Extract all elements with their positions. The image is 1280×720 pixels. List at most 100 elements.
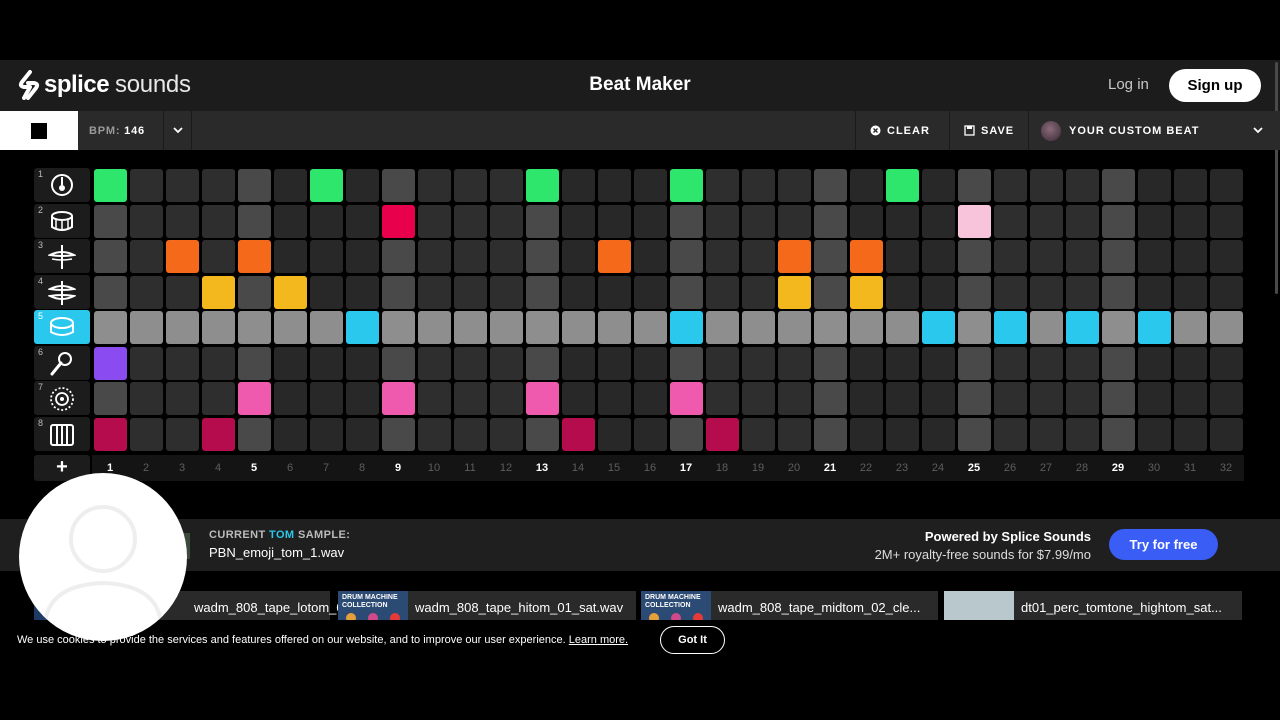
step-cell-r4-s30[interactable] bbox=[1138, 276, 1171, 309]
step-cell-r1-s12[interactable] bbox=[490, 169, 523, 202]
step-cell-r3-s19[interactable] bbox=[742, 240, 775, 273]
step-cell-r2-s7[interactable] bbox=[310, 205, 343, 238]
step-cell-r7-s19[interactable] bbox=[742, 382, 775, 415]
step-cell-r8-s27[interactable] bbox=[1030, 418, 1063, 451]
step-cell-r2-s9[interactable] bbox=[382, 205, 415, 238]
step-cell-r7-s29[interactable] bbox=[1102, 382, 1135, 415]
step-cell-r5-s31[interactable] bbox=[1174, 311, 1207, 344]
step-cell-r8-s6[interactable] bbox=[274, 418, 307, 451]
step-cell-r3-s32[interactable] bbox=[1210, 240, 1243, 273]
step-cell-r6-s6[interactable] bbox=[274, 347, 307, 380]
step-cell-r6-s11[interactable] bbox=[454, 347, 487, 380]
step-cell-r7-s20[interactable] bbox=[778, 382, 811, 415]
step-cell-r5-s28[interactable] bbox=[1066, 311, 1099, 344]
step-cell-r7-s10[interactable] bbox=[418, 382, 451, 415]
step-cell-r5-s4[interactable] bbox=[202, 311, 235, 344]
try-for-free-button[interactable]: Try for free bbox=[1109, 529, 1218, 560]
step-cell-r8-s1[interactable] bbox=[94, 418, 127, 451]
step-cell-r6-s20[interactable] bbox=[778, 347, 811, 380]
step-cell-r8-s21[interactable] bbox=[814, 418, 847, 451]
step-cell-r2-s24[interactable] bbox=[922, 205, 955, 238]
step-cell-r2-s31[interactable] bbox=[1174, 205, 1207, 238]
step-cell-r8-s28[interactable] bbox=[1066, 418, 1099, 451]
step-cell-r2-s17[interactable] bbox=[670, 205, 703, 238]
step-cell-r5-s15[interactable] bbox=[598, 311, 631, 344]
step-cell-r7-s31[interactable] bbox=[1174, 382, 1207, 415]
step-cell-r2-s29[interactable] bbox=[1102, 205, 1135, 238]
step-cell-r7-s3[interactable] bbox=[166, 382, 199, 415]
step-cell-r5-s12[interactable] bbox=[490, 311, 523, 344]
step-cell-r1-s17[interactable] bbox=[670, 169, 703, 202]
step-cell-r3-s11[interactable] bbox=[454, 240, 487, 273]
step-cell-r4-s12[interactable] bbox=[490, 276, 523, 309]
step-cell-r6-s8[interactable] bbox=[346, 347, 379, 380]
step-cell-r5-s22[interactable] bbox=[850, 311, 883, 344]
step-cell-r6-s14[interactable] bbox=[562, 347, 595, 380]
step-cell-r6-s29[interactable] bbox=[1102, 347, 1135, 380]
step-cell-r1-s8[interactable] bbox=[346, 169, 379, 202]
step-cell-r6-s13[interactable] bbox=[526, 347, 559, 380]
step-cell-r3-s7[interactable] bbox=[310, 240, 343, 273]
step-cell-r8-s26[interactable] bbox=[994, 418, 1027, 451]
step-cell-r5-s17[interactable] bbox=[670, 311, 703, 344]
step-cell-r1-s11[interactable] bbox=[454, 169, 487, 202]
step-cell-r2-s19[interactable] bbox=[742, 205, 775, 238]
step-cell-r1-s2[interactable] bbox=[130, 169, 163, 202]
step-cell-r3-s1[interactable] bbox=[94, 240, 127, 273]
step-cell-r2-s10[interactable] bbox=[418, 205, 451, 238]
step-cell-r7-s23[interactable] bbox=[886, 382, 919, 415]
step-cell-r6-s27[interactable] bbox=[1030, 347, 1063, 380]
step-cell-r8-s3[interactable] bbox=[166, 418, 199, 451]
step-cell-r6-s19[interactable] bbox=[742, 347, 775, 380]
step-cell-r4-s25[interactable] bbox=[958, 276, 991, 309]
step-cell-r8-s22[interactable] bbox=[850, 418, 883, 451]
step-cell-r5-s23[interactable] bbox=[886, 311, 919, 344]
step-cell-r4-s27[interactable] bbox=[1030, 276, 1063, 309]
step-cell-r1-s28[interactable] bbox=[1066, 169, 1099, 202]
step-cell-r7-s8[interactable] bbox=[346, 382, 379, 415]
step-cell-r3-s15[interactable] bbox=[598, 240, 631, 273]
step-cell-r2-s16[interactable] bbox=[634, 205, 667, 238]
step-cell-r7-s2[interactable] bbox=[130, 382, 163, 415]
step-cell-r2-s27[interactable] bbox=[1030, 205, 1063, 238]
step-cell-r2-s1[interactable] bbox=[94, 205, 127, 238]
step-cell-r8-s20[interactable] bbox=[778, 418, 811, 451]
step-cell-r1-s20[interactable] bbox=[778, 169, 811, 202]
step-cell-r5-s21[interactable] bbox=[814, 311, 847, 344]
step-cell-r3-s31[interactable] bbox=[1174, 240, 1207, 273]
step-cell-r3-s30[interactable] bbox=[1138, 240, 1171, 273]
step-cell-r4-s31[interactable] bbox=[1174, 276, 1207, 309]
step-cell-r6-s2[interactable] bbox=[130, 347, 163, 380]
step-cell-r4-s26[interactable] bbox=[994, 276, 1027, 309]
step-cell-r8-s14[interactable] bbox=[562, 418, 595, 451]
step-cell-r3-s16[interactable] bbox=[634, 240, 667, 273]
step-cell-r4-s28[interactable] bbox=[1066, 276, 1099, 309]
step-cell-r3-s3[interactable] bbox=[166, 240, 199, 273]
step-cell-r6-s9[interactable] bbox=[382, 347, 415, 380]
step-cell-r1-s7[interactable] bbox=[310, 169, 343, 202]
step-cell-r8-s29[interactable] bbox=[1102, 418, 1135, 451]
step-cell-r7-s11[interactable] bbox=[454, 382, 487, 415]
step-cell-r2-s4[interactable] bbox=[202, 205, 235, 238]
signup-button[interactable]: Sign up bbox=[1169, 69, 1261, 102]
step-cell-r3-s20[interactable] bbox=[778, 240, 811, 273]
step-cell-r6-s15[interactable] bbox=[598, 347, 631, 380]
login-link[interactable]: Log in bbox=[1108, 76, 1149, 93]
splice-logo[interactable]: splice sounds bbox=[18, 70, 191, 100]
step-cell-r1-s22[interactable] bbox=[850, 169, 883, 202]
step-cell-r3-s29[interactable] bbox=[1102, 240, 1135, 273]
step-cell-r5-s2[interactable] bbox=[130, 311, 163, 344]
step-cell-r3-s22[interactable] bbox=[850, 240, 883, 273]
step-cell-r4-s13[interactable] bbox=[526, 276, 559, 309]
step-cell-r4-s18[interactable] bbox=[706, 276, 739, 309]
step-cell-r4-s9[interactable] bbox=[382, 276, 415, 309]
step-cell-r5-s20[interactable] bbox=[778, 311, 811, 344]
step-cell-r3-s12[interactable] bbox=[490, 240, 523, 273]
step-cell-r6-s26[interactable] bbox=[994, 347, 1027, 380]
sample-pack-item[interactable]: DRUM MACHINE COLLECTION wadm_808_tape_hi… bbox=[338, 591, 636, 620]
step-cell-r2-s25[interactable] bbox=[958, 205, 991, 238]
step-cell-r6-s28[interactable] bbox=[1066, 347, 1099, 380]
step-cell-r8-s16[interactable] bbox=[634, 418, 667, 451]
step-cell-r2-s32[interactable] bbox=[1210, 205, 1243, 238]
step-cell-r7-s15[interactable] bbox=[598, 382, 631, 415]
